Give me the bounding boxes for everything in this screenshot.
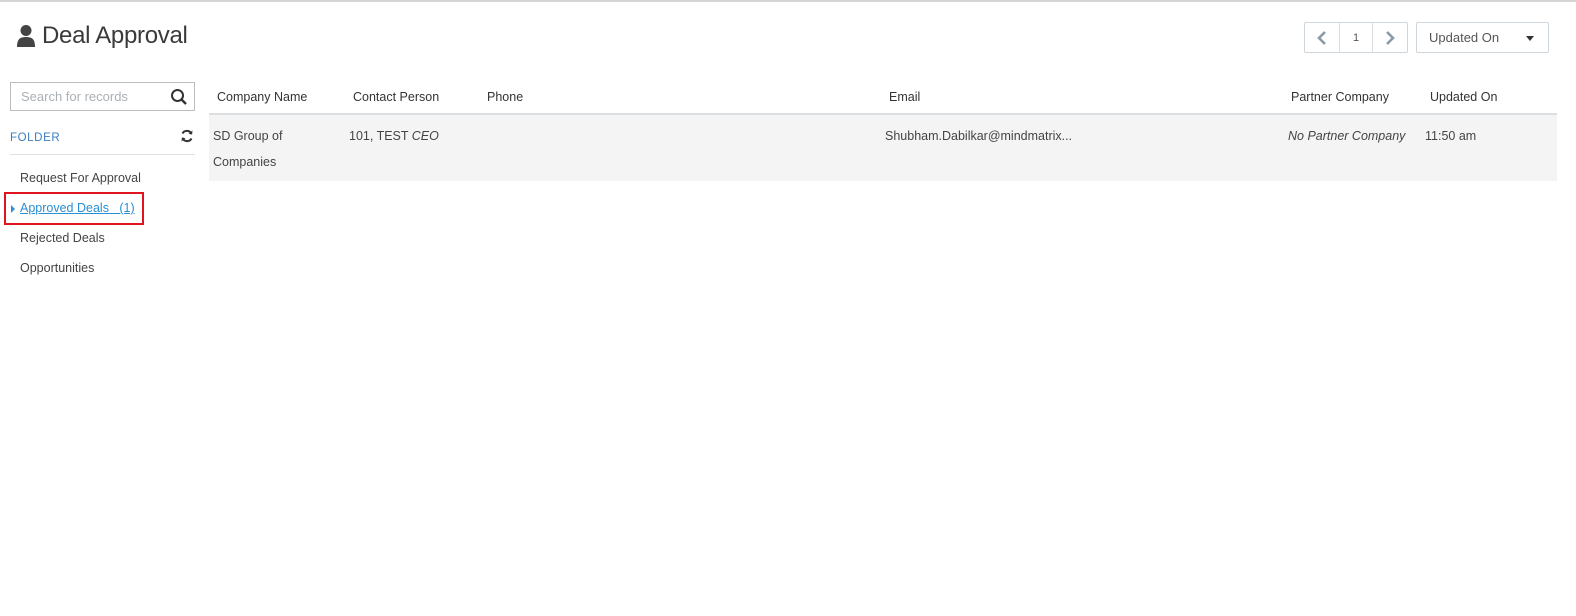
company-name-line-1: SD Group of <box>213 129 283 143</box>
folder-item-label: Request For Approval <box>20 171 141 185</box>
cell-partner-company: No Partner Company <box>1288 123 1405 149</box>
chevron-right-icon <box>1386 30 1395 45</box>
folder-header: FOLDER <box>10 128 195 155</box>
search-input[interactable] <box>11 83 161 110</box>
folder-item-rejected-deals[interactable]: Rejected Deals <box>10 228 195 258</box>
column-header-phone[interactable]: Phone <box>487 90 523 104</box>
column-header-company-name[interactable]: Company Name <box>217 90 307 104</box>
column-header-partner-company[interactable]: Partner Company <box>1291 90 1389 104</box>
folder-item-label: Opportunities <box>20 261 95 275</box>
top-divider <box>0 0 1576 2</box>
sort-dropdown-value: Updated On <box>1429 30 1500 45</box>
folder-item-opportunities[interactable]: Opportunities <box>10 258 195 288</box>
search-box <box>10 82 195 111</box>
user-icon <box>17 25 35 47</box>
next-page-button[interactable] <box>1373 23 1407 52</box>
table-row[interactable]: SD Group of Companies 101, TEST CEO Shub… <box>209 115 1557 181</box>
column-header-contact-person[interactable]: Contact Person <box>353 90 439 104</box>
table-header: Company Name Contact Person Phone Email … <box>209 82 1557 115</box>
chevron-left-icon <box>1317 30 1326 45</box>
cell-company-name: SD Group of Companies <box>213 123 282 175</box>
folder-list: Request For Approval Approved Deals (1) … <box>10 168 195 288</box>
cell-contact-person: 101, TEST CEO <box>349 123 439 149</box>
folder-item-label: Rejected Deals <box>20 231 105 245</box>
page-title: Deal Approval <box>16 22 188 50</box>
partner-company-value: No Partner Company <box>1288 129 1406 143</box>
arrow-icon <box>11 205 15 213</box>
current-page-number: 1 <box>1339 23 1373 52</box>
pager: 1 <box>1304 22 1408 53</box>
folder-item-approved-deals[interactable]: Approved Deals (1) <box>10 198 195 228</box>
column-header-updated-on[interactable]: Updated On <box>1430 90 1497 104</box>
cell-updated-on: 11:50 am <box>1425 129 1477 143</box>
contact-name: 101, TEST <box>349 129 409 143</box>
search-icon[interactable] <box>170 88 188 106</box>
sort-dropdown[interactable]: Updated On <box>1416 22 1549 53</box>
company-name-line-2: Companies <box>213 155 277 169</box>
folder-item-label: Approved Deals (1) <box>20 201 135 215</box>
folder-label: FOLDER <box>10 132 61 144</box>
column-header-email[interactable]: Email <box>889 90 920 104</box>
caret-down-icon <box>1526 36 1534 41</box>
folder-item-request-for-approval[interactable]: Request For Approval <box>10 168 195 198</box>
contact-title: CEO <box>411 129 439 143</box>
refresh-icon[interactable] <box>180 129 194 143</box>
deals-table: Company Name Contact Person Phone Email … <box>209 82 1557 181</box>
page-title-text: Deal Approval <box>42 22 188 49</box>
prev-page-button[interactable] <box>1305 23 1339 52</box>
cell-email: Shubham.Dabilkar@mindmatrix... <box>885 129 1073 143</box>
